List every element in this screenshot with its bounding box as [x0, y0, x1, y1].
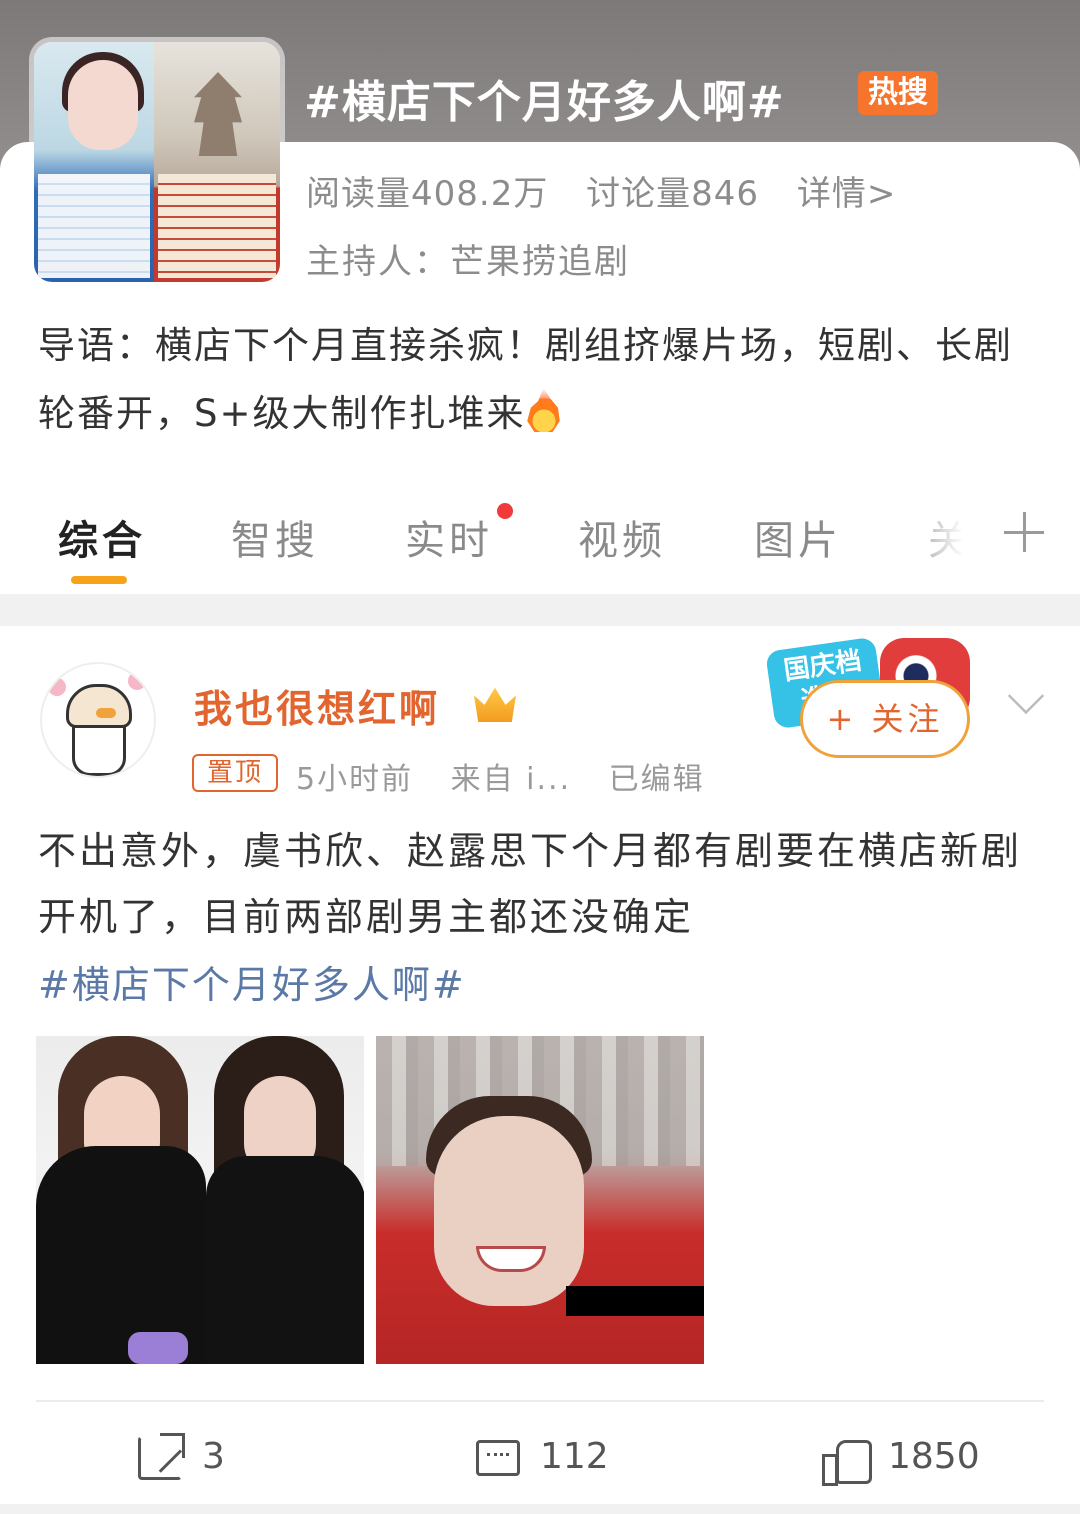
- post-image-1[interactable]: [36, 1036, 364, 1364]
- read-count: 阅读量408.2万: [306, 174, 549, 214]
- tab-smart-search[interactable]: 智搜: [231, 508, 319, 566]
- topic-title: #横店下个月好多人啊#: [304, 77, 785, 128]
- like-button[interactable]: 1850: [822, 1432, 980, 1486]
- avatar[interactable]: [40, 662, 156, 778]
- follow-button[interactable]: + 关注: [800, 680, 970, 758]
- topic-stats: 阅读量408.2万 讨论量846 详情>: [306, 166, 922, 215]
- pinned-badge: 置顶: [192, 754, 278, 792]
- post-time: 5小时前: [296, 762, 414, 797]
- cover-poster-left: [34, 42, 154, 282]
- repost-button[interactable]: 3: [138, 1432, 225, 1482]
- comment-count: 112: [540, 1436, 609, 1477]
- fire-icon: [527, 388, 560, 432]
- cover-poster-right: [154, 42, 280, 282]
- post-hashtag[interactable]: #横店下个月好多人啊#: [38, 952, 466, 1018]
- tab-fade: [900, 508, 990, 568]
- realtime-notification-dot: [497, 503, 513, 519]
- topic-intro-text: 导语：横店下个月直接杀疯！剧组挤爆片场，短剧、长剧轮番开，S+级大制作扎堆来: [38, 324, 1013, 435]
- topic-host[interactable]: 主持人：芒果捞追剧: [306, 234, 630, 283]
- topic-cover-image[interactable]: [34, 42, 280, 282]
- discussion-count: 讨论量846: [586, 174, 760, 214]
- username[interactable]: 我也很想红啊: [194, 678, 440, 733]
- tab-images[interactable]: 图片: [754, 508, 842, 566]
- hot-badge: 热搜: [858, 71, 938, 115]
- repost-count: 3: [202, 1436, 225, 1477]
- like-icon: [822, 1436, 872, 1486]
- tab-realtime[interactable]: 实时: [405, 508, 493, 566]
- post-image-2[interactable]: [376, 1036, 704, 1364]
- tab-video[interactable]: 视频: [578, 508, 666, 566]
- like-count: 1850: [888, 1436, 980, 1477]
- action-divider: [36, 1400, 1044, 1402]
- comment-button[interactable]: 112: [476, 1432, 609, 1482]
- post-meta: 5小时前 来自 i... 已编辑: [296, 754, 731, 798]
- post-text: 不出意外，虞书欣、赵露思下个月都有剧要在横店新剧开机了，目前两部剧男主都还没确定: [38, 829, 1023, 939]
- post-edited: 已编辑: [608, 762, 705, 797]
- topic-intro: 导语：横店下个月直接杀疯！剧组挤爆片场，短剧、长剧轮番开，S+级大制作扎堆来: [38, 312, 1048, 448]
- repost-icon: [138, 1433, 185, 1480]
- post-source: 来自 i...: [450, 762, 572, 797]
- active-tab-indicator: [71, 576, 127, 584]
- details-link[interactable]: 详情>: [797, 174, 897, 214]
- bottom-strip: [0, 1504, 1080, 1514]
- add-tab-icon[interactable]: [1004, 512, 1044, 552]
- tab-comprehensive[interactable]: 综合: [58, 508, 146, 566]
- comment-icon: [476, 1440, 520, 1476]
